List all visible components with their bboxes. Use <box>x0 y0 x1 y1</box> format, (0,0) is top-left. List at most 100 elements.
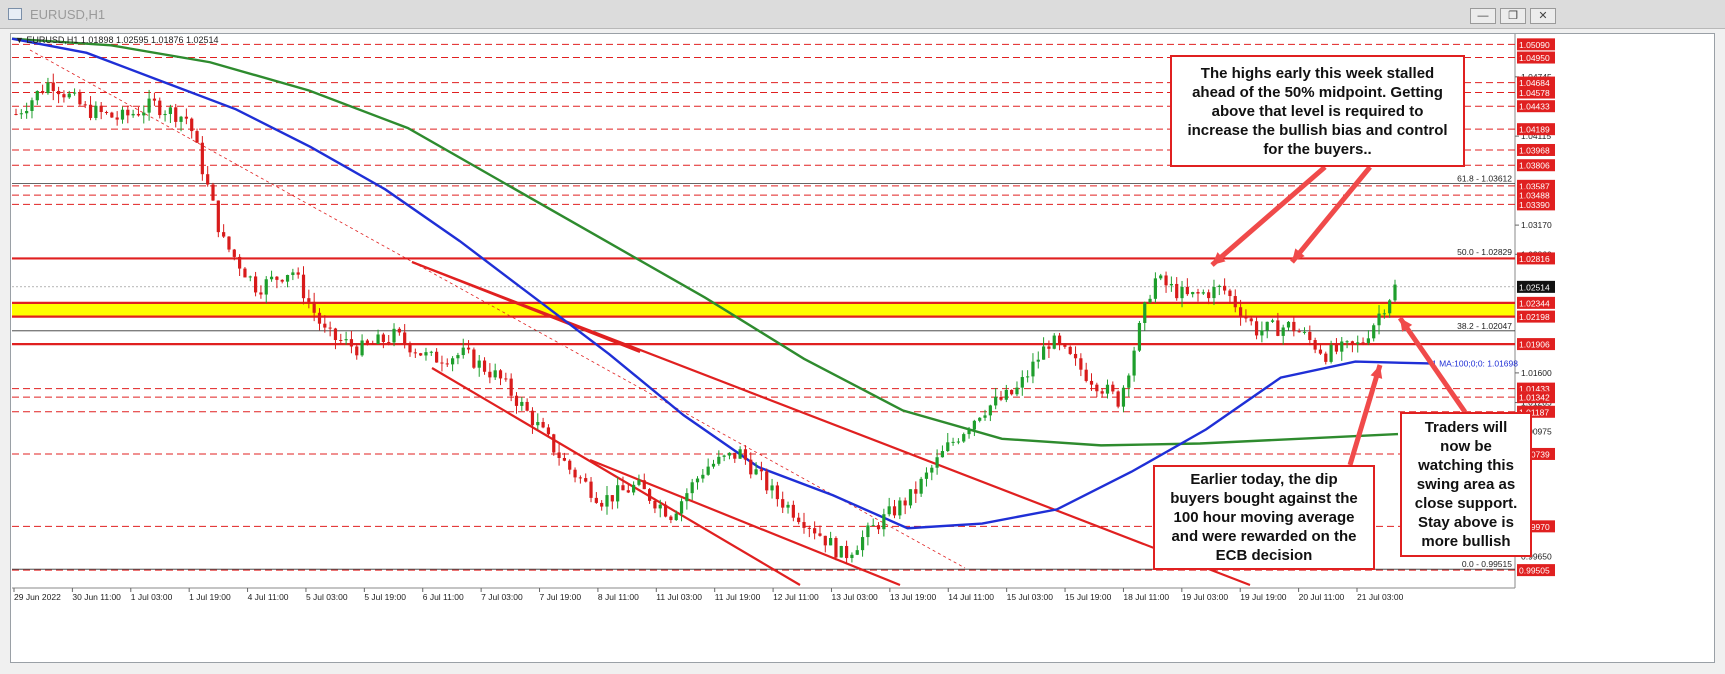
candle-body <box>1111 384 1115 392</box>
candle-body <box>749 459 753 475</box>
candle-body <box>1207 292 1211 299</box>
x-tick-label: 7 Jul 19:00 <box>540 592 582 602</box>
candle-body <box>424 352 428 356</box>
x-tick-label: 29 Jun 2022 <box>14 592 61 602</box>
candle-body <box>1047 346 1051 349</box>
level-label: 1.04950 <box>1519 53 1550 63</box>
candle-body <box>908 489 913 506</box>
candle-body <box>1281 327 1285 336</box>
candle-body <box>238 256 242 269</box>
candle-body <box>701 474 705 479</box>
candle-body <box>163 114 167 116</box>
candle-body <box>307 298 311 302</box>
candle-body <box>67 93 71 98</box>
candle-body <box>914 489 918 494</box>
candle-body <box>530 410 535 426</box>
candle-body <box>1388 300 1392 314</box>
candle-body <box>222 232 226 237</box>
candle-body <box>797 517 801 523</box>
candle-body <box>892 506 897 516</box>
candle-body <box>1068 346 1072 354</box>
candle-body <box>158 100 162 116</box>
candle-body <box>658 504 662 509</box>
candle-body <box>328 327 332 329</box>
candle-body <box>1340 341 1344 352</box>
candle-body <box>456 355 460 359</box>
candle-body <box>381 334 385 342</box>
candle-body <box>738 449 742 459</box>
candle-body <box>781 499 785 508</box>
candle-body <box>978 417 982 421</box>
candle-body <box>110 112 114 118</box>
candle-body <box>1297 331 1301 333</box>
candle-body <box>1334 344 1339 352</box>
price-chart[interactable]: 1.047451.041151.031701.028601.016001.012… <box>0 0 1725 674</box>
candle-body <box>62 94 66 98</box>
candle-body <box>546 427 551 435</box>
candle-body <box>1286 321 1291 328</box>
candle-body <box>206 174 210 185</box>
candle-body <box>754 469 758 475</box>
x-tick-label: 12 Jul 11:00 <box>773 592 819 602</box>
candle-body <box>1132 350 1136 376</box>
x-tick-label: 4 Jul 11:00 <box>248 592 289 602</box>
candle-body <box>1254 321 1259 336</box>
x-tick-label: 21 Jul 03:00 <box>1357 592 1404 602</box>
y-tick-label: 1.03170 <box>1521 220 1552 230</box>
candle-body <box>791 504 795 518</box>
candle-body <box>946 442 950 452</box>
x-tick-label: 14 Jul 11:00 <box>948 592 994 602</box>
candle-body <box>626 490 630 493</box>
level-label: 1.02198 <box>1519 312 1550 322</box>
y-tick-label: 1.01600 <box>1521 368 1552 378</box>
x-tick-label: 15 Jul 19:00 <box>1065 592 1112 602</box>
x-tick-label: 15 Jul 03:00 <box>1007 592 1054 602</box>
x-tick-label: 13 Jul 19:00 <box>890 592 937 602</box>
candle-body <box>690 482 694 494</box>
candle-body <box>962 434 966 442</box>
candle-body <box>807 527 811 529</box>
level-label: 1.01342 <box>1519 393 1550 403</box>
candle-body <box>813 528 817 534</box>
candle-body <box>903 500 907 506</box>
candle-body <box>285 274 290 282</box>
candle-body <box>887 506 891 515</box>
candle-body <box>1063 344 1067 347</box>
candle-body <box>802 522 806 528</box>
candle-body <box>1270 320 1275 322</box>
candle-body <box>711 463 716 467</box>
candle-body <box>1175 283 1179 299</box>
candle-body <box>1366 338 1370 343</box>
candle-body <box>1302 331 1307 333</box>
candle-body <box>1350 341 1355 344</box>
candle-body <box>1292 321 1296 332</box>
candle-body <box>339 340 343 342</box>
candle-body <box>1169 283 1173 286</box>
candle-body <box>999 396 1003 400</box>
candle-body <box>498 370 503 379</box>
x-tick-label: 11 Jul 03:00 <box>656 592 702 602</box>
candle-body <box>706 466 710 475</box>
candle-body <box>930 467 934 473</box>
candle-body <box>924 472 929 479</box>
candle-body <box>174 107 178 122</box>
candle-body <box>504 378 508 380</box>
candle-body <box>1015 387 1019 395</box>
candle-body <box>775 485 779 500</box>
candle-body <box>168 107 173 115</box>
candle-body <box>600 502 604 507</box>
candle-body <box>1137 322 1142 351</box>
candle-body <box>264 279 268 295</box>
candle-body <box>30 100 34 111</box>
x-tick-label: 5 Jul 19:00 <box>364 592 406 602</box>
candle-body <box>1260 330 1264 336</box>
candle-body <box>605 495 609 507</box>
candle-body <box>520 401 524 406</box>
candle-body <box>120 109 125 120</box>
candle-body <box>371 343 375 345</box>
candle-body <box>616 485 620 502</box>
candle-body <box>317 312 322 324</box>
candle-body <box>876 525 881 530</box>
candle-body <box>360 340 364 356</box>
candle-body <box>440 362 444 364</box>
